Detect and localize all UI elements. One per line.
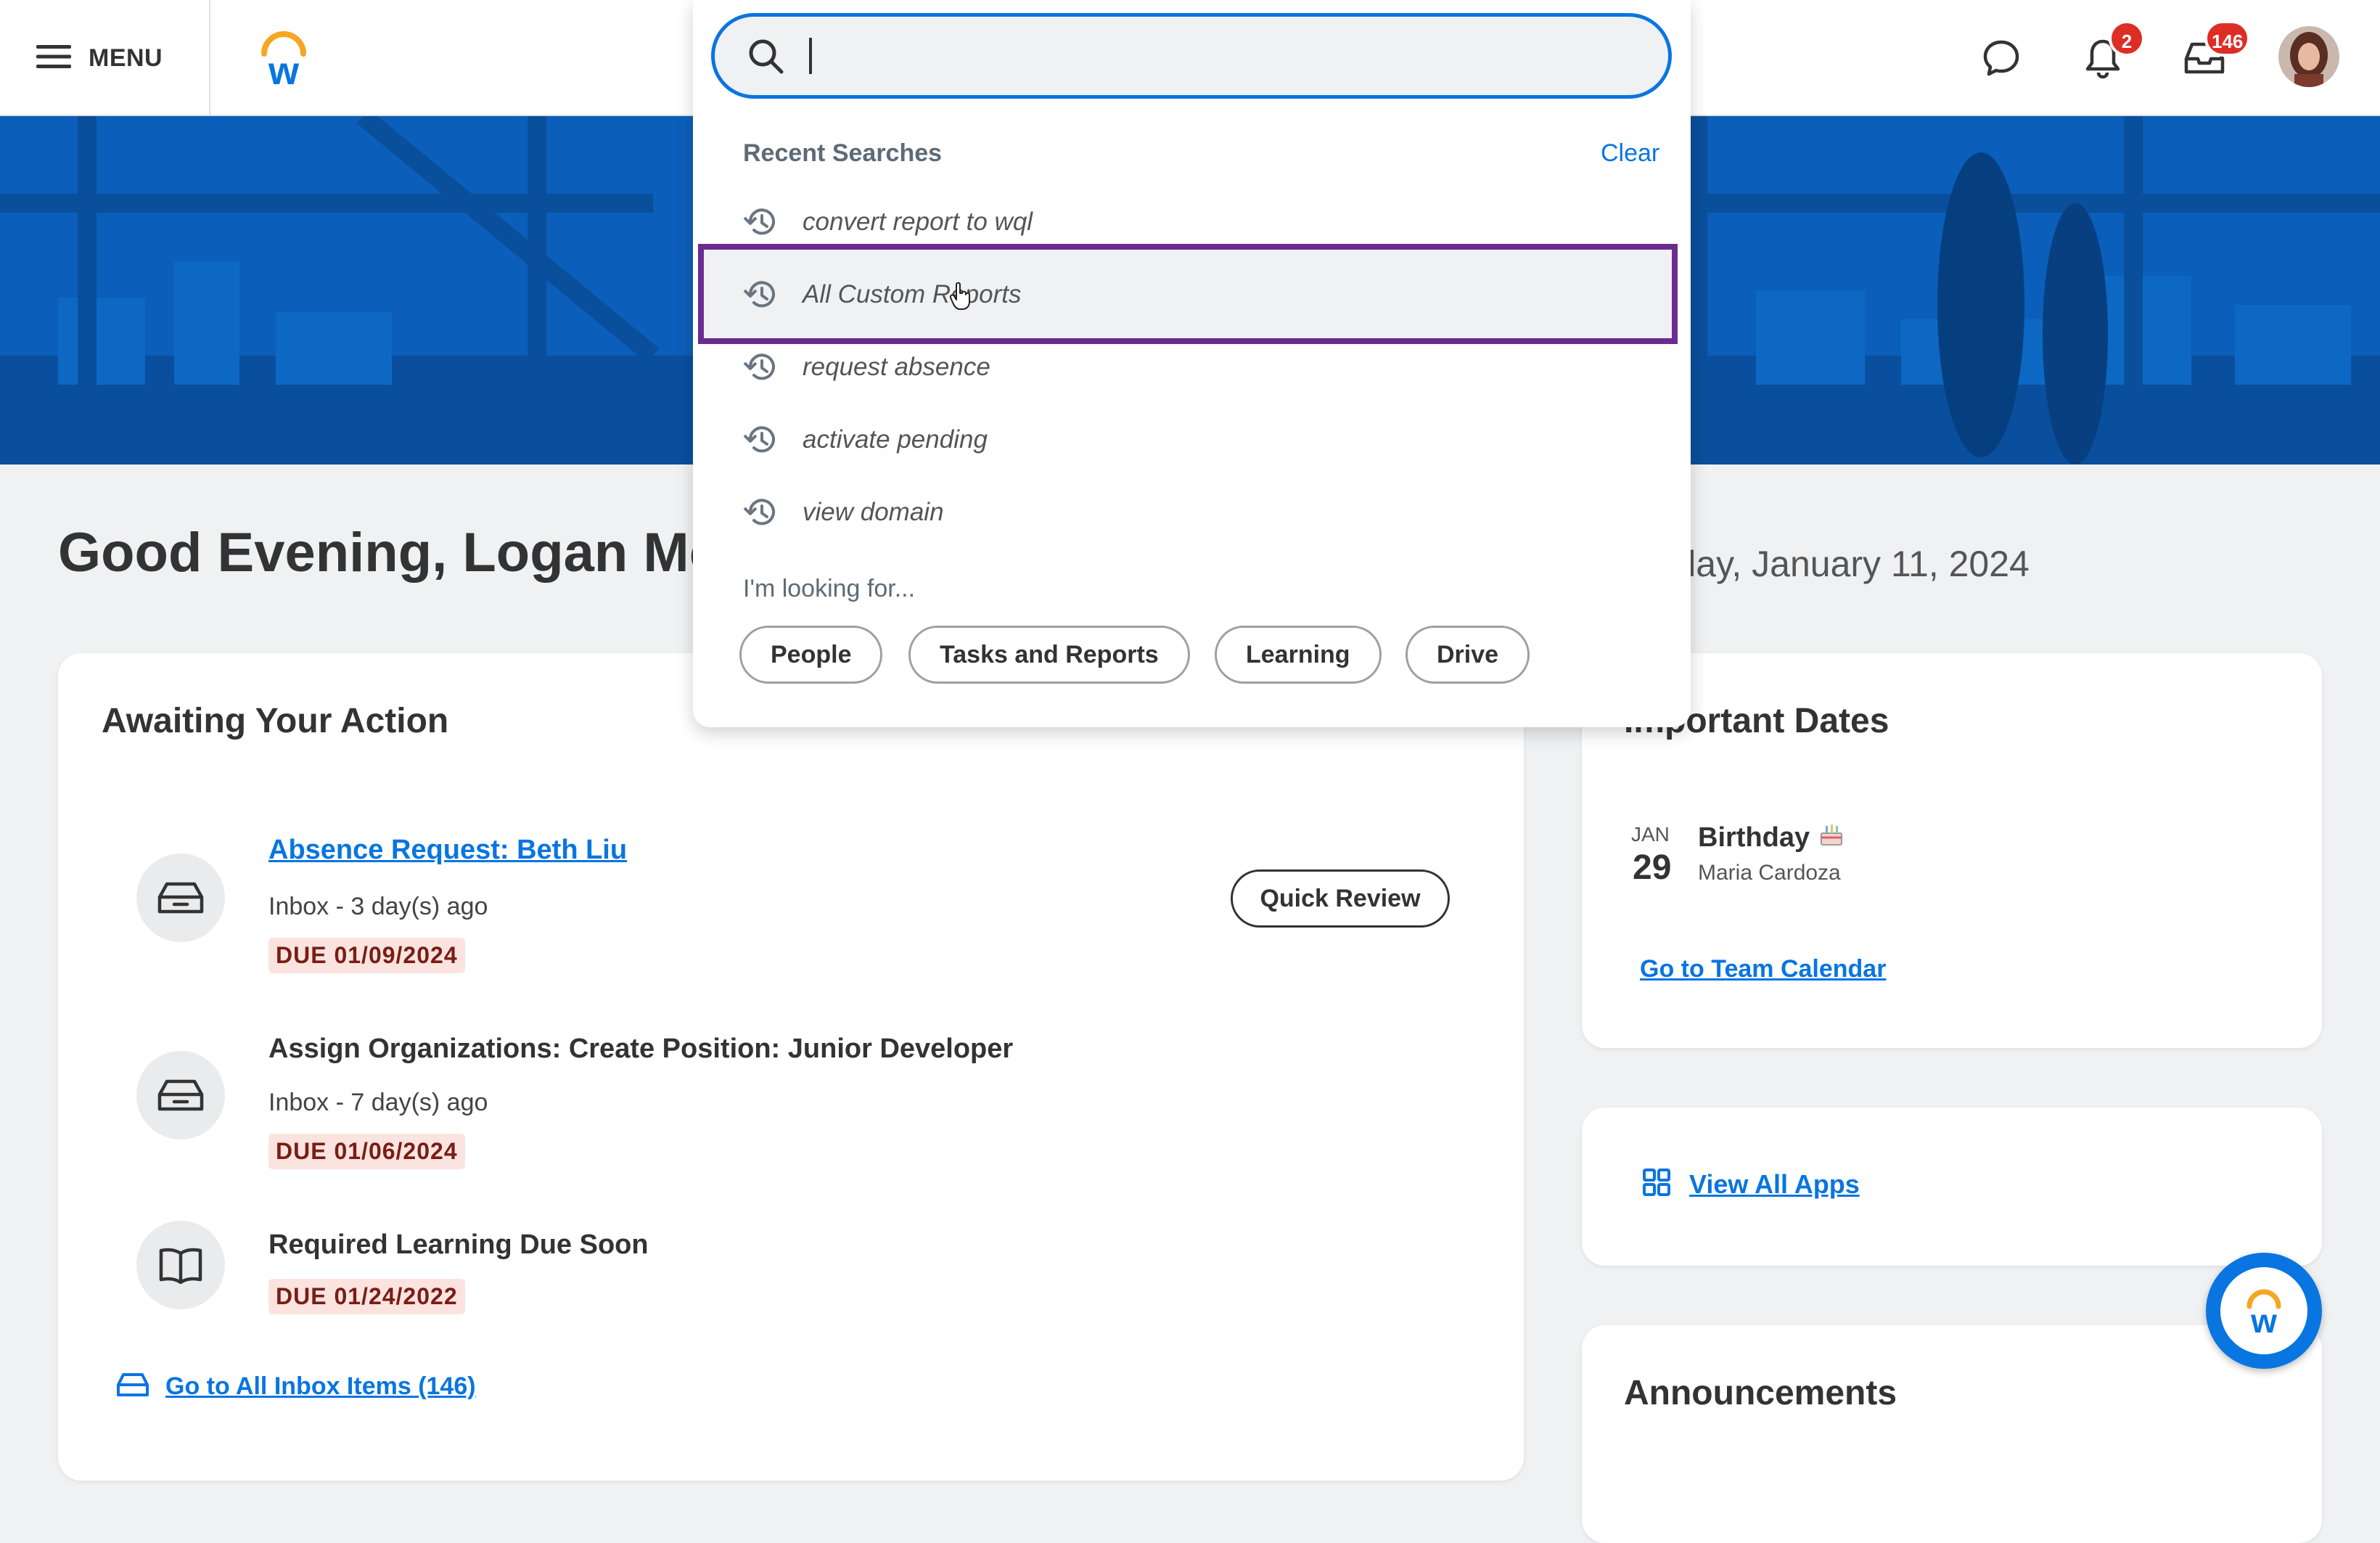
event-title: Birthday [1698, 820, 1844, 855]
recent-search-text: request absence [803, 353, 990, 381]
event-day: 29 [1633, 848, 1672, 887]
workday-logo[interactable]: w [251, 26, 316, 93]
recent-search-text: activate pending [803, 425, 988, 454]
chip-tasks-and-reports[interactable]: Tasks and Reports [908, 626, 1190, 684]
due-badge: DUE 01/06/2024 [268, 1134, 465, 1169]
inbox-tray-icon [136, 854, 225, 942]
team-calendar-link[interactable]: Go to Team Calendar [1640, 955, 1886, 983]
cake-icon [1818, 820, 1844, 855]
svg-text:w: w [268, 49, 300, 91]
divider [209, 0, 210, 115]
search-input[interactable] [826, 33, 1657, 78]
search-box[interactable] [711, 13, 1672, 99]
inbox-icon [116, 1372, 149, 1401]
history-icon [742, 205, 778, 239]
text-caret [809, 38, 812, 74]
all-inbox-link-label: Go to All Inbox Items (146) [165, 1372, 476, 1400]
task-subtitle: Inbox - 7 day(s) ago [268, 1089, 488, 1116]
looking-for-label: I'm looking for... [743, 575, 916, 602]
inbox-tray-icon [136, 1051, 225, 1139]
assistant-button[interactable]: w [2206, 1253, 2322, 1369]
menu-label: MENU [89, 44, 163, 72]
due-badge: DUE 01/24/2022 [268, 1279, 465, 1314]
recent-search-item[interactable]: request absence [704, 332, 1676, 402]
hamburger-icon [36, 44, 71, 73]
history-icon [742, 496, 778, 529]
chip-drive[interactable]: Drive [1406, 626, 1530, 684]
task-subtitle: Inbox - 3 day(s) ago [268, 893, 488, 920]
recent-search-item[interactable]: convert report to wql [704, 187, 1676, 257]
announcements-card [1582, 1325, 2322, 1543]
chip-people[interactable]: People [739, 626, 883, 684]
chat-icon[interactable] [1972, 29, 2030, 87]
recent-searches-label: Recent Searches [743, 139, 943, 167]
recent-search-text: convert report to wql [803, 208, 1033, 236]
event-person: Maria Cardoza [1698, 861, 1841, 885]
notifications-badge: 2 [2109, 20, 2145, 57]
history-icon [742, 278, 778, 311]
task-title-link[interactable]: Absence Request: Beth Liu [268, 835, 627, 866]
recent-search-text: All Custom Reports [803, 280, 1022, 308]
view-all-apps-link[interactable]: View All Apps [1643, 1168, 1860, 1200]
history-icon [742, 423, 778, 457]
menu-button[interactable]: MENU [36, 29, 174, 87]
inbox-badge: 146 [2204, 20, 2251, 57]
quick-review-button[interactable]: Quick Review [1231, 869, 1450, 928]
inbox-icon[interactable]: 146 [2175, 20, 2251, 87]
search-icon [747, 37, 784, 75]
avatar[interactable] [2278, 26, 2339, 87]
event-title-label: Birthday [1698, 822, 1810, 853]
recent-search-item-highlighted[interactable]: All Custom Reports [704, 260, 1676, 330]
awaiting-action-card [58, 653, 1524, 1481]
recent-search-item[interactable]: view domain [704, 478, 1676, 547]
due-badge: DUE 01/09/2024 [268, 938, 465, 973]
recent-search-item[interactable]: activate pending [704, 405, 1676, 475]
book-icon [136, 1221, 225, 1309]
history-icon [742, 351, 778, 384]
notifications-icon[interactable]: 2 [2074, 20, 2145, 87]
task-title[interactable]: Assign Organizations: Create Position: J… [268, 1034, 1013, 1065]
event-month: JAN [1631, 823, 1670, 846]
svg-text:w: w [2250, 1302, 2277, 1340]
view-all-apps-label: View All Apps [1689, 1168, 1860, 1199]
chip-learning[interactable]: Learning [1215, 626, 1382, 684]
workday-assistant-icon: w [2220, 1267, 2307, 1354]
all-inbox-link[interactable]: Go to All Inbox Items (146) [116, 1372, 476, 1401]
recent-search-text: view domain [803, 498, 944, 526]
greeting-title: Good Evening, Logan Mc [58, 522, 720, 584]
pointer-cursor-icon [949, 282, 972, 314]
grid-icon [1643, 1168, 1670, 1200]
task-title[interactable]: Required Learning Due Soon [268, 1229, 649, 1261]
announcements-title: Announcements [1624, 1374, 1897, 1412]
awaiting-action-title: Awaiting Your Action [102, 702, 449, 740]
clear-recent-button[interactable]: Clear [1601, 139, 1659, 168]
